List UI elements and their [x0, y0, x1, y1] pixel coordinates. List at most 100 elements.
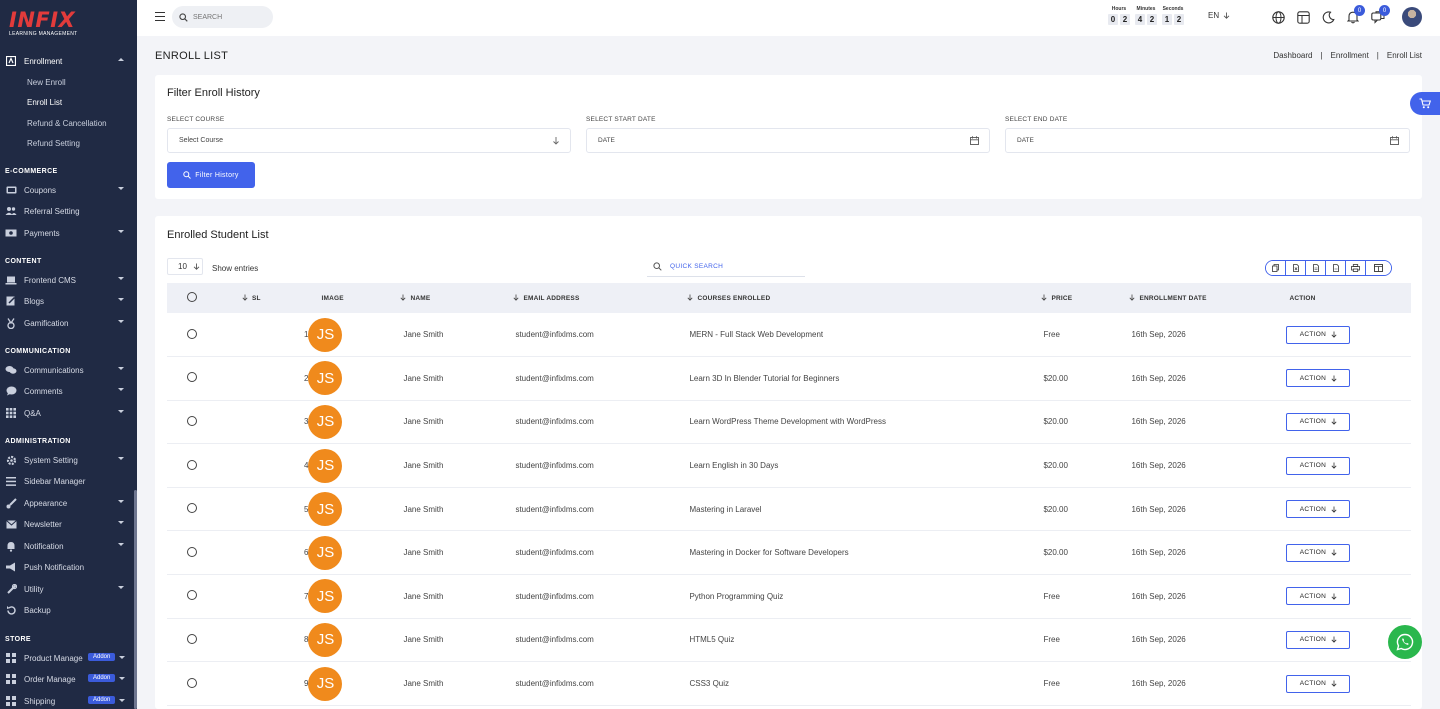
column-header-enrollment-date[interactable]: ENROLLMENT DATE	[1129, 283, 1286, 313]
filter-history-button[interactable]: Filter History	[167, 162, 255, 188]
action-button[interactable]: ACTION	[1286, 587, 1351, 606]
action-button[interactable]: ACTION	[1286, 674, 1351, 693]
excel-file-icon[interactable]	[1286, 261, 1306, 275]
sidebar-item-comments[interactable]: Comments	[0, 381, 137, 401]
action-button[interactable]: ACTION	[1286, 630, 1351, 649]
row-select-cell[interactable]	[167, 531, 217, 575]
table-row[interactable]: 4 JS Jane Smith student@infixlms.com Lea…	[167, 444, 1411, 488]
bell-icon[interactable]: 0	[1346, 5, 1365, 24]
row-select-cell[interactable]	[167, 400, 217, 444]
sidebar-item-shipping[interactable]: Shipping Addon	[0, 691, 137, 709]
table-row[interactable]: 7 JS Jane Smith student@infixlms.com Pyt…	[167, 575, 1411, 619]
sidebar-sub-refund-setting[interactable]: Refund Setting	[27, 139, 80, 148]
sidebar-item-referral-setting[interactable]: Referral Setting	[0, 201, 137, 221]
moon-icon[interactable]	[1321, 10, 1335, 24]
table-row[interactable]: 5 JS Jane Smith student@infixlms.com Mas…	[167, 487, 1411, 531]
column-header-sl[interactable]: SL	[217, 283, 308, 313]
sidebar-item-system-setting[interactable]: System Setting	[0, 450, 137, 470]
layout-icon[interactable]	[1296, 10, 1310, 24]
row-select-radio[interactable]	[187, 459, 197, 470]
cart-icon[interactable]	[1410, 92, 1440, 115]
course-select[interactable]: Select Course	[167, 128, 571, 153]
column-header-price[interactable]: PRICE	[1041, 283, 1129, 313]
sidebar-sub-refund-cancellation[interactable]: Refund & Cancellation	[27, 119, 107, 128]
row-select-radio[interactable]	[187, 328, 197, 339]
sidebar-scrollbar[interactable]	[134, 490, 137, 709]
row-select-radio[interactable]	[187, 372, 197, 383]
table-row[interactable]: 6 JS Jane Smith student@infixlms.com Mas…	[167, 531, 1411, 575]
columns-icon[interactable]	[1366, 261, 1391, 275]
brand-logo[interactable]: INFIX LEARNING MANAGEMENT	[0, 0, 137, 44]
row-select-radio[interactable]	[187, 546, 197, 557]
sidebar-item-order-manage[interactable]: Order Manage Addon	[0, 669, 137, 689]
print-icon[interactable]	[1346, 261, 1366, 275]
end-date-input[interactable]: DATE	[1005, 128, 1410, 153]
action-button[interactable]: ACTION	[1286, 500, 1351, 519]
entries-select[interactable]: 10	[167, 258, 203, 275]
row-select-cell[interactable]	[167, 357, 217, 401]
table-row[interactable]: 2 JS Jane Smith student@infixlms.com Lea…	[167, 357, 1411, 401]
row-select-radio[interactable]	[187, 590, 197, 601]
quick-search-input[interactable]: QUICK SEARCH	[647, 257, 805, 277]
row-select-cell[interactable]	[167, 662, 217, 706]
action-button[interactable]: ACTION	[1286, 543, 1351, 562]
sidebar-item-push-notification[interactable]: Push Notification	[0, 557, 137, 577]
column-header-courses[interactable]: COURSES ENROLLED	[687, 283, 1041, 313]
breadcrumb-dashboard[interactable]: Dashboard	[1273, 51, 1312, 60]
sidebar-item-payments[interactable]: Payments	[0, 223, 137, 243]
row-select-radio[interactable]	[187, 503, 197, 514]
breadcrumb-enrollment[interactable]: Enrollment	[1331, 51, 1369, 60]
whatsapp-icon[interactable]	[1388, 625, 1422, 659]
sidebar-item-product-manage[interactable]: Product Manage Addon	[0, 648, 137, 668]
sidebar-item-newsletter[interactable]: Newsletter	[0, 514, 137, 534]
action-button[interactable]: ACTION	[1286, 412, 1351, 431]
sidebar-item-blogs[interactable]: Blogs	[0, 291, 137, 311]
sidebar-item-notification[interactable]: Notification	[0, 536, 137, 556]
topbar: Hours 0 2 Minutes 4 2 Seconds 1 2 EN	[137, 0, 1440, 36]
user-avatar[interactable]	[1402, 7, 1422, 27]
sidebar-item-backup[interactable]: Backup	[0, 600, 137, 620]
table-row[interactable]: 8 JS Jane Smith student@infixlms.com HTM…	[167, 618, 1411, 662]
sidebar-item-qa[interactable]: Q&A	[0, 403, 137, 423]
sidebar-item-frontend-cms[interactable]: Frontend CMS	[0, 270, 137, 290]
table-row[interactable]: 3 JS Jane Smith student@infixlms.com Lea…	[167, 400, 1411, 444]
table-row[interactable]: 9 JS Jane Smith student@infixlms.com CSS…	[167, 662, 1411, 706]
menu-toggle-icon[interactable]	[155, 12, 165, 21]
row-select-radio[interactable]	[187, 677, 197, 688]
column-header-email[interactable]: EMAIL ADDRESS	[513, 283, 687, 313]
search-box[interactable]	[172, 6, 273, 28]
row-select-radio[interactable]	[187, 633, 197, 644]
row-select-cell[interactable]	[167, 618, 217, 662]
image-cell: JS	[308, 400, 400, 444]
sidebar-item-utility[interactable]: Utility	[0, 579, 137, 599]
sidebar-sub-new-enroll[interactable]: New Enroll	[27, 78, 66, 87]
column-header-name[interactable]: NAME	[400, 283, 513, 313]
language-selector[interactable]: EN	[1208, 11, 1230, 20]
row-select-cell[interactable]	[167, 444, 217, 488]
sidebar-sub-enroll-list[interactable]: Enroll List	[27, 98, 62, 107]
sidebar-item-gamification[interactable]: Gamification	[0, 313, 137, 333]
messages-icon[interactable]: 0	[1371, 5, 1390, 24]
table-row[interactable]: 1 JS Jane Smith student@infixlms.com MER…	[167, 313, 1411, 357]
action-button[interactable]: ACTION	[1286, 369, 1351, 388]
row-select-radio[interactable]	[187, 415, 197, 426]
sidebar-item-sidebar-manager[interactable]: Sidebar Manager	[0, 471, 137, 491]
sidebar-item-appearance[interactable]: Appearance	[0, 493, 137, 513]
action-button[interactable]: ACTION	[1286, 325, 1351, 344]
copy-icon[interactable]	[1266, 261, 1286, 275]
sidebar-item-enrollment[interactable]: Enrollment	[0, 51, 137, 71]
action-button[interactable]: ACTION	[1286, 456, 1351, 475]
row-select-cell[interactable]	[167, 575, 217, 619]
sidebar-item-communications[interactable]: Communications	[0, 360, 137, 380]
select-all-radio[interactable]	[187, 292, 197, 302]
search-input[interactable]	[193, 13, 263, 21]
csv-file-icon[interactable]	[1306, 261, 1326, 275]
row-select-cell[interactable]	[167, 487, 217, 531]
globe-icon[interactable]	[1271, 10, 1285, 24]
start-date-input[interactable]: DATE	[586, 128, 990, 153]
wrench-icon	[5, 583, 17, 595]
row-select-cell[interactable]	[167, 313, 217, 357]
sidebar-item-coupons[interactable]: Coupons	[0, 180, 137, 200]
pdf-file-icon[interactable]	[1326, 261, 1346, 275]
select-all-header[interactable]	[167, 283, 217, 313]
